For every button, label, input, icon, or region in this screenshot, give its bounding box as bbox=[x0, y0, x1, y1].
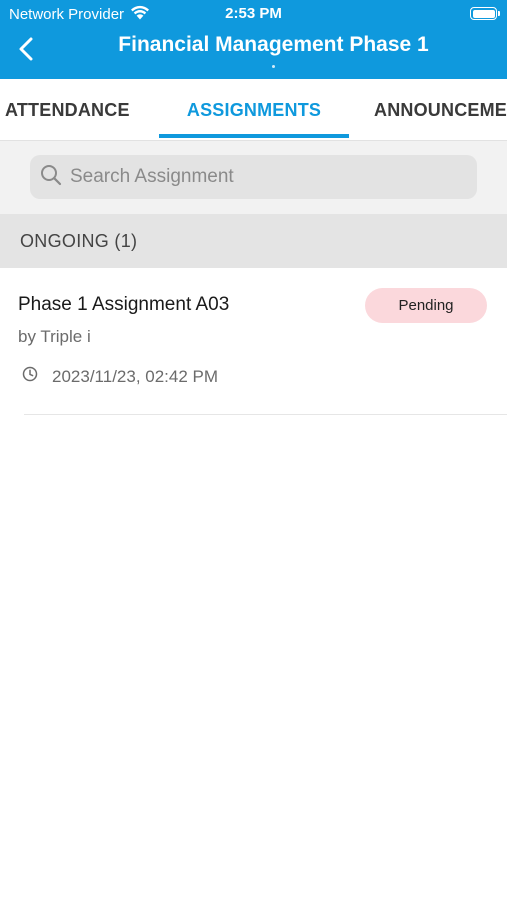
status-time: 2:53 PM bbox=[225, 5, 282, 22]
assignment-title: Phase 1 Assignment A03 bbox=[18, 294, 230, 315]
search-icon bbox=[40, 164, 62, 191]
search-section bbox=[0, 141, 507, 214]
active-tab-indicator bbox=[159, 134, 349, 138]
tab-attendance[interactable]: ATTENDANCE bbox=[5, 79, 130, 140]
page-title: Financial Management Phase 1 bbox=[118, 33, 429, 56]
assignment-author: by Triple i bbox=[18, 327, 91, 346]
battery-icon bbox=[470, 7, 500, 20]
assignment-date-row: 2023/11/23, 02:42 PM bbox=[22, 366, 218, 387]
assignment-card[interactable]: Phase 1 Assignment A03 Pending by Triple… bbox=[0, 268, 507, 416]
assignment-datetime: 2023/11/23, 02:42 PM bbox=[52, 366, 219, 386]
clock-icon bbox=[22, 366, 38, 387]
tab-announcements[interactable]: ANNOUNCEMENTS bbox=[374, 79, 507, 140]
chevron-left-icon bbox=[17, 36, 35, 67]
tab-bar: ATTENDANCE ASSIGNMENTS ANNOUNCEMENTS bbox=[0, 79, 507, 141]
section-header-ongoing: ONGOING (1) bbox=[0, 214, 507, 268]
tab-assignments[interactable]: ASSIGNMENTS bbox=[159, 79, 349, 140]
search-input[interactable] bbox=[70, 166, 450, 188]
status-badge: Pending bbox=[365, 288, 487, 323]
status-bar: Network Provider 2:53 PM bbox=[0, 0, 507, 28]
title-indicator-dot bbox=[272, 65, 275, 68]
app-header: Network Provider 2:53 PM Financial Manag… bbox=[0, 0, 507, 79]
back-button[interactable] bbox=[12, 36, 40, 66]
divider bbox=[24, 414, 507, 415]
search-bar[interactable] bbox=[30, 155, 477, 199]
